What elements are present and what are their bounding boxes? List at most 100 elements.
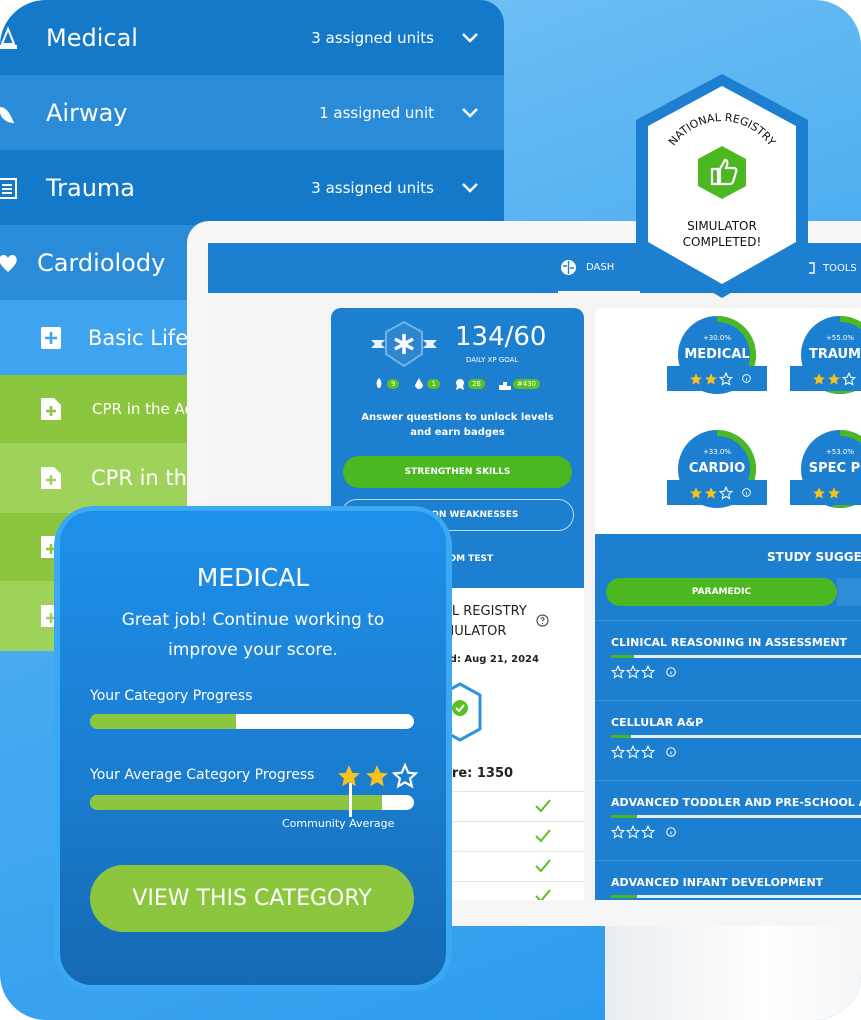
- info-icon[interactable]: [742, 374, 751, 383]
- star-filled-icon: [690, 372, 702, 385]
- registry-title-line-1: AL REGISTRY: [443, 604, 527, 619]
- medal-name: CARDIO: [688, 461, 746, 476]
- medal-medical[interactable]: +30.0% MEDICAL: [665, 311, 767, 407]
- level-badge-icon: [371, 320, 437, 368]
- star-filled-icon: [828, 372, 840, 385]
- tab-dash[interactable]: DASH: [558, 243, 640, 293]
- star-empty-icon: [641, 665, 655, 679]
- drop-icon: [415, 378, 424, 389]
- suggestion-progress-fill: [611, 735, 631, 738]
- category-progress-label: Your Category Progress: [90, 688, 253, 704]
- help-icon[interactable]: [536, 614, 549, 627]
- add-document-icon: [41, 398, 61, 420]
- suggestion-progress: [611, 815, 861, 818]
- tab-track: [837, 578, 861, 606]
- stat-rank: #430: [498, 378, 541, 390]
- suggestion-item[interactable]: CLINICAL REASONING IN ASSESSMENT: [595, 620, 861, 700]
- accordion-row-medical[interactable]: Medical 3 assigned units: [0, 0, 504, 75]
- star-empty-icon: [641, 825, 655, 839]
- suggestion-progress-fill: [611, 895, 637, 898]
- badge-line-2: COMPLETED!: [683, 235, 762, 249]
- monitor-stand: [605, 922, 861, 1020]
- star-filled-icon: [705, 372, 717, 385]
- card-title: MEDICAL: [196, 563, 310, 592]
- star-empty-icon: [719, 371, 733, 386]
- info-icon[interactable]: [666, 827, 676, 837]
- strengthen-skills-button[interactable]: STRENGTHEN SKILLS: [343, 456, 572, 488]
- registry-title-line-2: MULATOR: [443, 624, 507, 639]
- medal-percent: +55.0%: [825, 334, 855, 342]
- suggestion-progress: [611, 655, 861, 658]
- unit-title: CPR in the: [91, 466, 200, 490]
- suggestion-name: CELLULAR A&P: [611, 716, 704, 729]
- category-medals-panel: +30.0% MEDICAL +55.0% TRAUM +33.0% CARDI…: [595, 308, 861, 900]
- info-icon[interactable]: [666, 747, 676, 757]
- brain-icon: [561, 259, 576, 275]
- tab-tools-label: TOOLS: [823, 262, 857, 274]
- medal-percent: +33.0%: [702, 448, 732, 456]
- suggestion-progress-fill: [611, 655, 634, 658]
- medal-cardio[interactable]: +33.0% CARDIO: [665, 425, 767, 521]
- registry-completed-badge: NATIONAL REGISTRY SIMULATOR COMPLETED!: [636, 74, 808, 298]
- tab-tools[interactable]: TOOLS: [808, 243, 857, 293]
- add-document-icon: [41, 326, 61, 349]
- stat-value: 1: [427, 379, 440, 389]
- medical-icon: [0, 25, 17, 49]
- suggestion-item[interactable]: CELLULAR A&P: [595, 700, 861, 780]
- suggestion-name: CLINICAL REASONING IN ASSESSMENT: [611, 636, 848, 649]
- accordion-title: Cardiolody: [37, 248, 166, 277]
- card-message: Great job! Continue working to improve y…: [121, 610, 385, 660]
- medal-ribbon: [667, 366, 767, 391]
- medal-percent: +30.0%: [702, 334, 732, 342]
- check-icon: [535, 889, 551, 900]
- star-empty-icon: [719, 485, 733, 500]
- suggestion-item[interactable]: ADVANCED TODDLER AND PRE-SCHOOL AG: [595, 780, 861, 860]
- unlock-line-1: Answer questions to unlock levels: [361, 412, 554, 423]
- suggestion-stars: [611, 825, 676, 839]
- suggestion-stars: [611, 665, 676, 679]
- medical-category-card: MEDICAL Great job! Continue working to i…: [60, 511, 446, 985]
- star-filled-icon: [813, 486, 825, 499]
- star-filled-icon: [813, 372, 825, 385]
- accordion-row-trauma[interactable]: Trauma 3 assigned units: [0, 150, 504, 225]
- registry-title: AL REGISTRY MULATOR: [443, 602, 527, 642]
- accordion-title: Airway: [46, 98, 128, 127]
- chevron-down-icon[interactable]: [460, 103, 480, 123]
- chevron-down-icon[interactable]: [460, 28, 480, 48]
- badge-line-1: SIMULATOR: [687, 219, 757, 233]
- info-icon[interactable]: [742, 488, 751, 497]
- assigned-units-count: 1 assigned unit: [319, 103, 434, 122]
- info-icon[interactable]: [666, 667, 676, 677]
- canvas: Medical 3 assigned units Airway 1 assign…: [0, 0, 861, 1020]
- accordion-row-airway[interactable]: Airway 1 assigned unit: [0, 75, 504, 150]
- star-filled-icon: [705, 486, 717, 499]
- stat-medals: 26: [454, 378, 485, 390]
- star-filled-icon: [828, 486, 840, 499]
- lungs-icon: [0, 106, 14, 123]
- medal-trauma[interactable]: +55.0% TRAUMA: [788, 311, 861, 407]
- podium-icon: [498, 382, 511, 390]
- xp-label: DAILY XP GOAL: [466, 356, 519, 364]
- suggestion-progress: [611, 735, 861, 738]
- medal-name: SPEC PO: [808, 461, 861, 476]
- medal-name: TRAUMA: [808, 347, 861, 362]
- star-empty-icon: [641, 745, 655, 759]
- star-empty-icon: [611, 825, 625, 839]
- star-empty-icon: [842, 371, 856, 386]
- tab-paramedic[interactable]: PARAMEDIC: [606, 578, 837, 606]
- medal-percent: +53.0%: [825, 448, 855, 456]
- registry-score: ore: 1350: [443, 766, 514, 781]
- chevron-down-icon[interactable]: [460, 178, 480, 198]
- accordion-title: Trauma: [46, 173, 136, 202]
- suggestion-name: ADVANCED INFANT DEVELOPMENT: [611, 876, 824, 889]
- suggestion-progress: [611, 895, 861, 898]
- heart-icon: [0, 254, 17, 272]
- community-average-marker: [349, 783, 353, 817]
- view-category-button[interactable]: VIEW THIS CATEGORY: [90, 865, 414, 932]
- xp-value: 134/60: [455, 322, 547, 352]
- unlock-line-2: and earn badges: [410, 427, 505, 438]
- medal-spec-pop[interactable]: +53.0% SPEC PO: [788, 425, 861, 521]
- suggestion-item[interactable]: ADVANCED INFANT DEVELOPMENT: [595, 860, 861, 900]
- star-filled-icon: [366, 765, 388, 787]
- tab-dash-label: DASH: [586, 261, 615, 273]
